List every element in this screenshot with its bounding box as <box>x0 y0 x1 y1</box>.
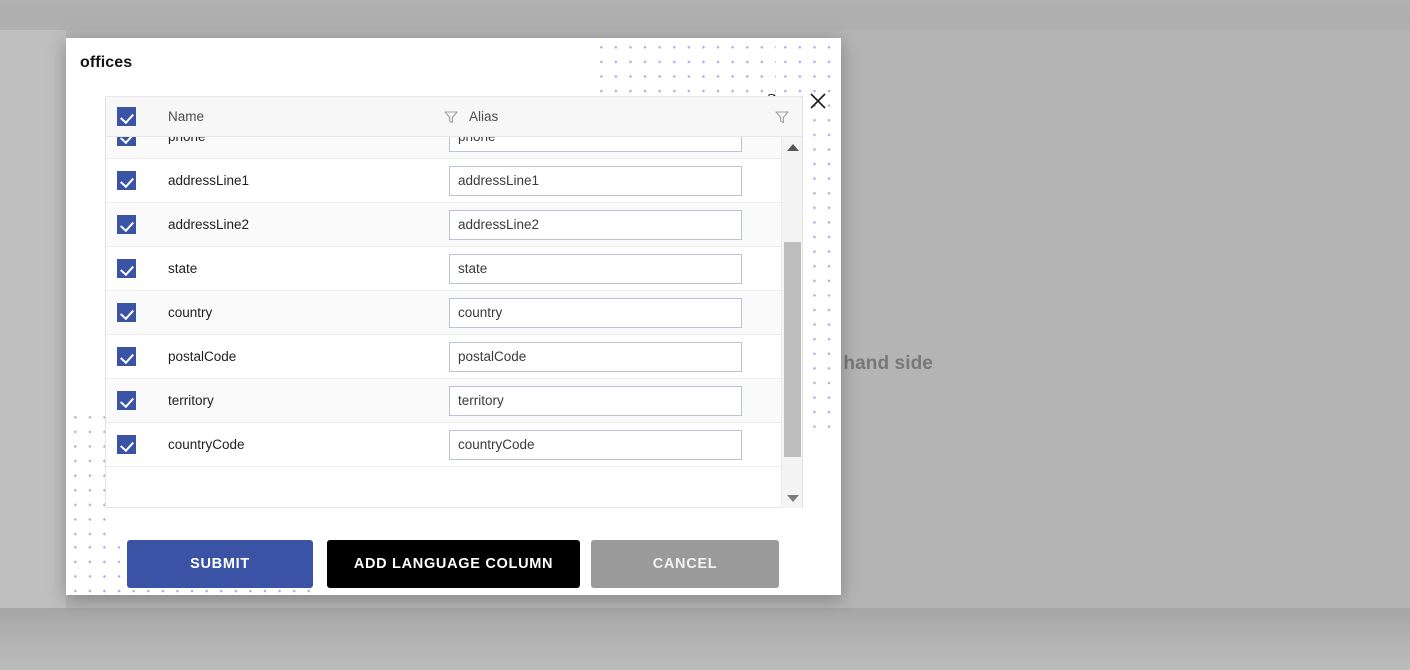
row-select-cell <box>106 171 168 190</box>
grid-header-row: Name Alias <box>106 97 802 137</box>
table-row[interactable]: countryCode <box>106 423 782 467</box>
select-all-cell <box>106 107 168 126</box>
alias-input[interactable] <box>449 253 742 284</box>
row-checkbox[interactable] <box>117 259 136 278</box>
alias-input[interactable] <box>449 429 742 460</box>
table-row[interactable]: state <box>106 247 782 291</box>
add-language-column-button[interactable]: ADD LANGUAGE COLUMN <box>327 540 580 588</box>
column-header-name: Name <box>168 109 469 125</box>
row-alias-cell <box>449 253 782 284</box>
scrollbar-thumb[interactable] <box>784 242 801 457</box>
row-name-label: country <box>168 305 213 320</box>
row-name-cell: phone <box>168 137 449 144</box>
table-row[interactable]: territory <box>106 379 782 423</box>
row-name-cell: state <box>168 261 449 276</box>
dialog-footer: SUBMIT ADD LANGUAGE COLUMN CANCEL <box>66 500 841 595</box>
row-name-cell: country <box>168 305 449 320</box>
row-select-cell <box>106 137 168 146</box>
alias-input[interactable] <box>449 341 742 372</box>
alias-input[interactable] <box>449 297 742 328</box>
row-alias-cell <box>449 341 782 372</box>
close-icon[interactable] <box>805 88 831 114</box>
row-select-cell <box>106 347 168 366</box>
row-alias-cell <box>449 137 782 152</box>
alias-input[interactable] <box>449 209 742 240</box>
row-checkbox[interactable] <box>117 137 136 146</box>
row-select-cell <box>106 303 168 322</box>
column-header-name-label: Name <box>168 109 205 124</box>
grid-body-viewport: phone addressLine1 addressLine2 state countr… <box>106 137 802 508</box>
row-checkbox[interactable] <box>117 215 136 234</box>
table-row[interactable]: phone <box>106 137 782 159</box>
row-name-label: addressLine2 <box>168 217 250 232</box>
row-alias-cell <box>449 209 782 240</box>
row-name-label: postalCode <box>168 349 237 364</box>
backdrop-bottom-shade <box>0 608 1410 670</box>
row-name-cell: countryCode <box>168 437 449 452</box>
triangle-up-icon[interactable] <box>782 137 803 157</box>
table-row[interactable]: country <box>106 291 782 335</box>
table-row[interactable]: postalCode <box>106 335 782 379</box>
row-alias-cell <box>449 165 782 196</box>
dialog-title: offices <box>80 54 133 71</box>
row-name-label: territory <box>168 393 214 408</box>
row-name-label: countryCode <box>168 437 245 452</box>
backdrop-left-strip <box>0 30 66 610</box>
row-checkbox[interactable] <box>117 303 136 322</box>
row-checkbox[interactable] <box>117 391 136 410</box>
row-name-cell: addressLine2 <box>168 217 449 232</box>
dialog-header: offices <box>66 38 841 94</box>
page-root: n left hand side offices ? Name <box>0 0 1410 670</box>
column-header-alias-label: Alias <box>469 109 499 124</box>
backdrop-top-shade <box>0 0 1410 30</box>
filter-funnel-icon-alias[interactable] <box>774 109 790 125</box>
row-checkbox[interactable] <box>117 347 136 366</box>
grid-body: phone addressLine1 addressLine2 state countr… <box>106 137 782 467</box>
row-select-cell <box>106 215 168 234</box>
row-alias-cell <box>449 429 782 460</box>
grid-vertical-scrollbar[interactable] <box>781 137 802 508</box>
row-name-label: state <box>168 261 198 276</box>
row-name-label: phone <box>168 137 206 144</box>
row-select-cell <box>106 391 168 410</box>
row-alias-cell <box>449 385 782 416</box>
cancel-button[interactable]: CANCEL <box>591 540 779 588</box>
row-checkbox[interactable] <box>117 171 136 190</box>
offices-dialog: offices ? Name <box>66 38 841 595</box>
filter-funnel-icon-name[interactable] <box>443 109 459 125</box>
column-header-alias: Alias <box>469 109 802 125</box>
table-row[interactable]: addressLine1 <box>106 159 782 203</box>
row-checkbox[interactable] <box>117 435 136 454</box>
alias-input[interactable] <box>449 165 742 196</box>
alias-input[interactable] <box>449 137 742 152</box>
submit-button[interactable]: SUBMIT <box>127 540 313 588</box>
row-select-cell <box>106 259 168 278</box>
row-name-label: addressLine1 <box>168 173 250 188</box>
row-name-cell: addressLine1 <box>168 173 449 188</box>
alias-input[interactable] <box>449 385 742 416</box>
row-name-cell: territory <box>168 393 449 408</box>
row-select-cell <box>106 435 168 454</box>
row-alias-cell <box>449 297 782 328</box>
row-name-cell: postalCode <box>168 349 449 364</box>
table-row[interactable]: addressLine2 <box>106 203 782 247</box>
select-all-checkbox[interactable] <box>117 107 136 126</box>
fields-grid: Name Alias phone addressLine1 addressLin… <box>105 96 803 508</box>
